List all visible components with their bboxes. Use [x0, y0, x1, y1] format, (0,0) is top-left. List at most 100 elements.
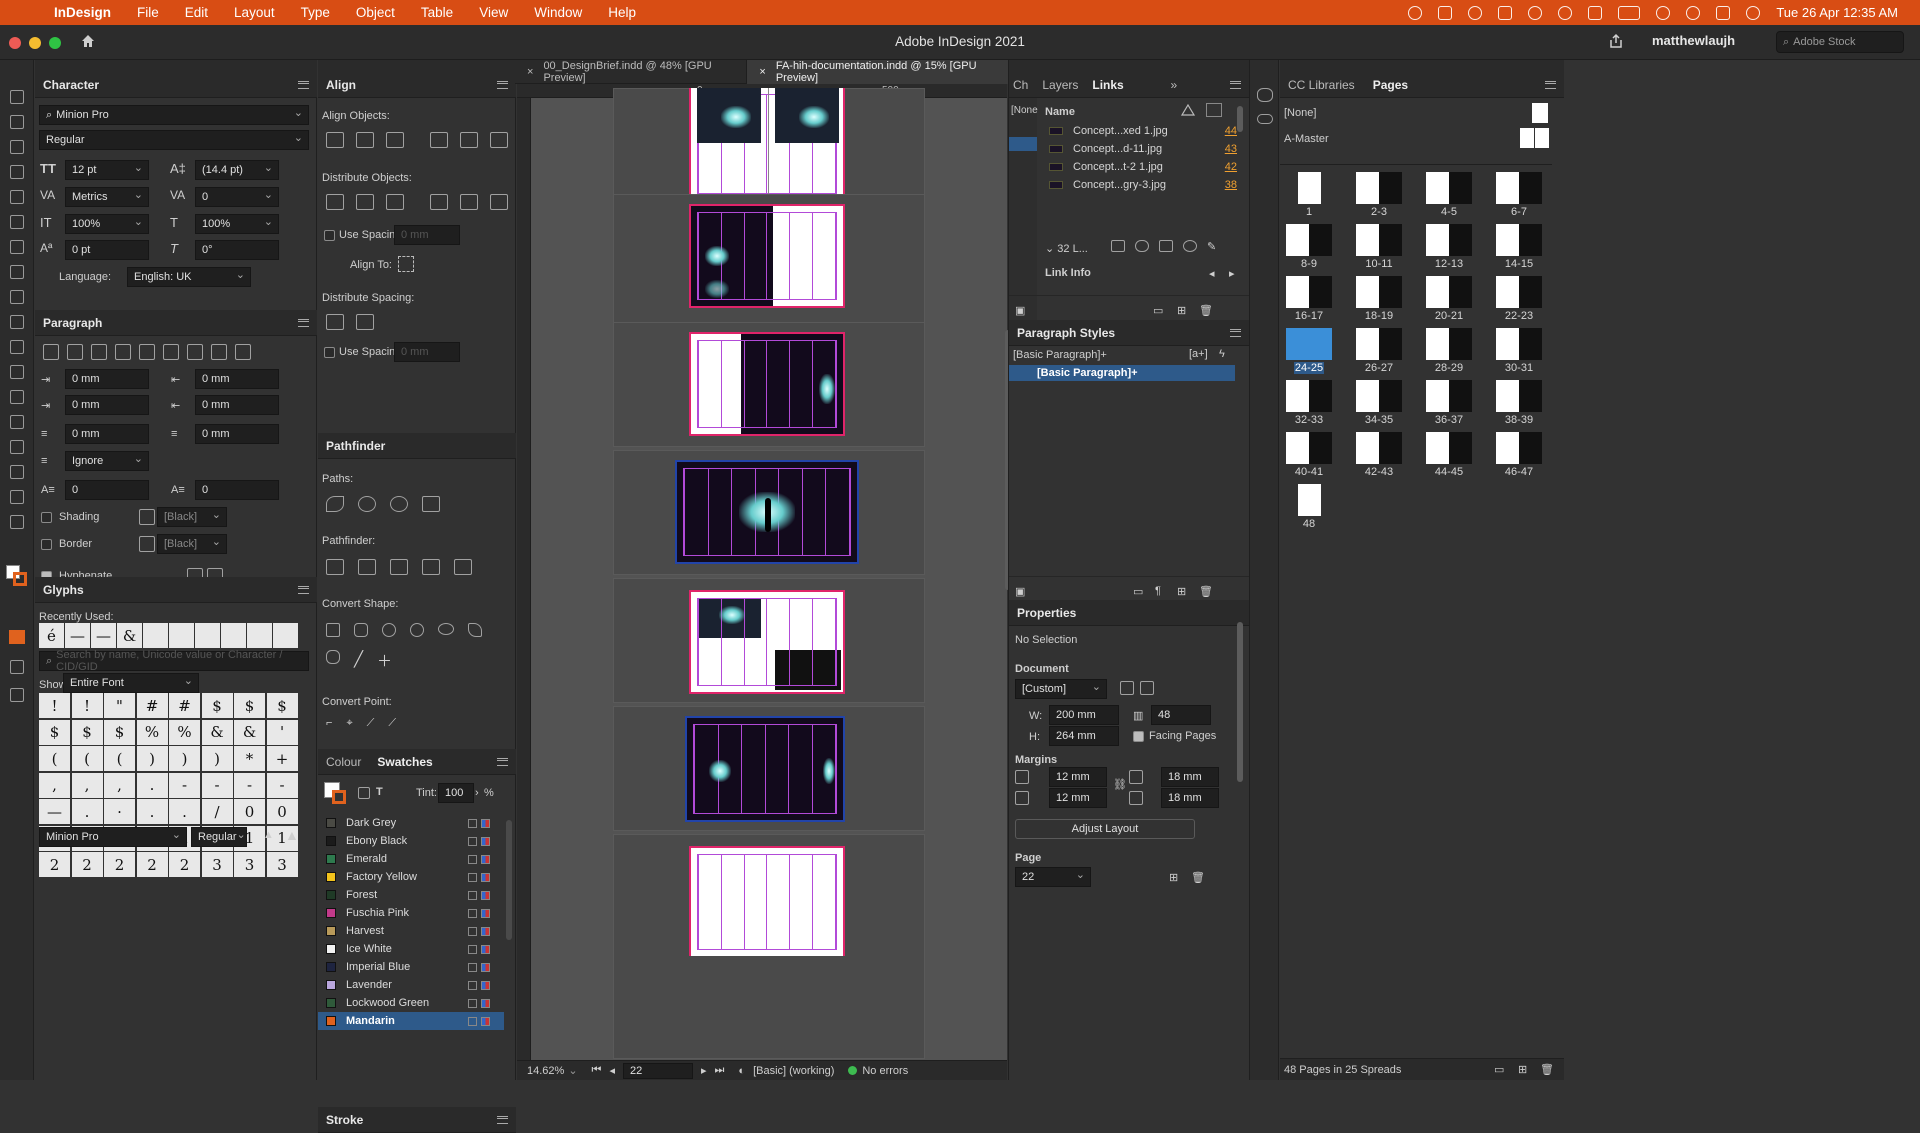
- glyph-cell[interactable]: %: [169, 719, 200, 745]
- distribute-vcenter-icon[interactable]: [356, 194, 374, 210]
- stroke-panel-header[interactable]: Stroke: [318, 1107, 516, 1133]
- a-master-label[interactable]: A-Master: [1284, 133, 1329, 145]
- menu-app[interactable]: InDesign: [54, 5, 111, 20]
- first-page-icon[interactable]: ⏮: [592, 1064, 602, 1077]
- links-scrollbar[interactable]: [1237, 106, 1243, 132]
- edit-page-size-icon[interactable]: ▭: [1494, 1063, 1504, 1076]
- glyph-cell[interactable]: 2: [169, 852, 200, 877]
- zoom-dropdown-icon[interactable]: ⌄: [568, 1064, 577, 1077]
- use-spacing-checkbox[interactable]: [324, 230, 335, 241]
- glyph-cell[interactable]: 2: [104, 852, 135, 877]
- goto-link-icon[interactable]: [1111, 240, 1125, 252]
- distribute-hcenter-icon[interactable]: [460, 194, 478, 210]
- page-thumbnail[interactable]: 24-25: [1286, 328, 1332, 374]
- glyph-cell[interactable]: $: [266, 693, 298, 718]
- page-thumbnail[interactable]: 14-15: [1496, 224, 1542, 270]
- vertical-scale-input[interactable]: 100%: [65, 214, 149, 234]
- page-thumbnail[interactable]: 12-13: [1426, 224, 1472, 270]
- right-indent-input[interactable]: 0 mm: [195, 369, 279, 389]
- eyedropper-tool-icon[interactable]: [10, 465, 24, 479]
- link-page-number[interactable]: 42: [1225, 161, 1237, 173]
- links-chain-icon[interactable]: [1257, 114, 1273, 124]
- height-input[interactable]: 264 mm: [1049, 726, 1119, 746]
- swatch-row[interactable]: Lockwood Green: [318, 994, 504, 1012]
- paragraph-panel-header[interactable]: Paragraph: [35, 310, 317, 336]
- timer-icon[interactable]: [1558, 5, 1573, 20]
- swatch-row[interactable]: Dark Grey: [318, 814, 504, 832]
- load-styles-icon[interactable]: ▣: [1015, 585, 1025, 598]
- facing-pages-checkbox[interactable]: [1133, 731, 1144, 742]
- rounded-rectangle-icon[interactable]: [354, 623, 368, 637]
- first-line-indent-input[interactable]: 0 mm: [65, 395, 149, 415]
- tab-ch[interactable]: Ch: [1013, 78, 1028, 92]
- menu-table[interactable]: Table: [421, 5, 453, 20]
- siri-icon[interactable]: [1746, 5, 1761, 20]
- add-icon[interactable]: ⊞: [1177, 585, 1186, 598]
- close-icon[interactable]: ×: [759, 66, 765, 78]
- panel-menu-icon[interactable]: [1230, 80, 1241, 89]
- panel-menu-icon[interactable]: [1230, 328, 1241, 337]
- page-thumbnail[interactable]: 30-31: [1496, 328, 1542, 374]
- swatch-row[interactable]: Fuschia Pink: [318, 904, 504, 922]
- glyph-cell[interactable]: #: [169, 693, 200, 718]
- add-shape-icon[interactable]: [326, 559, 344, 575]
- creative-cloud-icon[interactable]: [1408, 5, 1423, 20]
- battery-icon[interactable]: [1618, 5, 1641, 20]
- justify-left-icon[interactable]: [115, 344, 131, 360]
- use-spacing-checkbox-2[interactable]: [324, 347, 335, 358]
- preflight-status[interactable]: No errors: [862, 1065, 908, 1077]
- menu-object[interactable]: Object: [356, 5, 395, 20]
- glyph-cell[interactable]: 3: [201, 852, 233, 877]
- document-preset-select[interactable]: [Custom]: [1015, 679, 1107, 699]
- margin-inside-input[interactable]: 18 mm: [1161, 767, 1219, 787]
- recent-glyph-cell[interactable]: [273, 623, 298, 648]
- margin-top-input[interactable]: 12 mm: [1049, 767, 1107, 787]
- expand-panel-icon[interactable]: »: [1171, 78, 1178, 92]
- glyph-cell[interactable]: -: [266, 772, 298, 798]
- page-thumbnail[interactable]: 16-17: [1286, 276, 1332, 322]
- glyph-cell[interactable]: .: [136, 799, 168, 824]
- glyph-cell[interactable]: ': [266, 719, 298, 745]
- tab-swatches[interactable]: Swatches: [377, 755, 432, 769]
- border-checkbox[interactable]: [41, 539, 52, 550]
- page-thumbnail[interactable]: 10-11: [1356, 224, 1402, 270]
- spread-page-d[interactable]: [675, 460, 859, 564]
- content-collector-icon[interactable]: [10, 190, 24, 204]
- prev-page-icon[interactable]: ◂: [609, 1064, 615, 1077]
- none-master-thumb[interactable]: [1532, 103, 1548, 123]
- panel-menu-icon[interactable]: [497, 1115, 508, 1124]
- add-page-icon[interactable]: ⊞: [1518, 1063, 1527, 1076]
- tab-colour[interactable]: Colour: [326, 755, 361, 769]
- glyph-cell[interactable]: #: [136, 693, 168, 718]
- distribute-left-icon[interactable]: [430, 194, 448, 210]
- pages-count-input[interactable]: 48: [1151, 705, 1211, 725]
- adobe-icon[interactable]: [1438, 5, 1453, 20]
- page-thumbnail[interactable]: 1: [1286, 172, 1332, 218]
- layers-stack-icon[interactable]: [1257, 88, 1273, 102]
- distribute-horizontal-space-icon[interactable]: [356, 314, 374, 330]
- glyph-cell[interactable]: 3: [266, 852, 298, 877]
- beveled-rectangle-icon[interactable]: [382, 623, 396, 637]
- recent-glyph-cell[interactable]: [169, 623, 194, 648]
- glyph-cell[interactable]: -: [201, 772, 233, 798]
- glyph-cell[interactable]: .: [71, 799, 103, 824]
- corner-point-icon[interactable]: ⌖: [346, 717, 352, 730]
- page-select[interactable]: 22: [1015, 867, 1091, 887]
- open-file-icon[interactable]: ◐: [738, 1065, 745, 1077]
- pencil-tool-icon[interactable]: [10, 290, 24, 304]
- formatting-container-icon[interactable]: [358, 787, 370, 799]
- menu-layout[interactable]: Layout: [234, 5, 275, 20]
- next-page-icon[interactable]: ▸: [701, 1064, 707, 1077]
- recent-glyph-cell[interactable]: [221, 623, 246, 648]
- page-column-icon[interactable]: [1206, 103, 1222, 117]
- panel-menu-icon[interactable]: [298, 585, 309, 594]
- page-thumbnail[interactable]: 20-21: [1426, 276, 1472, 322]
- glyph-cell[interactable]: 2: [136, 852, 168, 877]
- relink-icon[interactable]: [1135, 240, 1149, 252]
- tab-links[interactable]: Links: [1092, 78, 1123, 92]
- update-link-icon[interactable]: [1183, 240, 1197, 252]
- tab-design-brief[interactable]: × 00_DesignBrief.indd @ 48% [GPU Preview…: [515, 59, 748, 84]
- shading-settings-icon[interactable]: [139, 509, 155, 525]
- page-thumbnail[interactable]: 38-39: [1496, 380, 1542, 426]
- character-panel-header[interactable]: Character: [35, 72, 317, 98]
